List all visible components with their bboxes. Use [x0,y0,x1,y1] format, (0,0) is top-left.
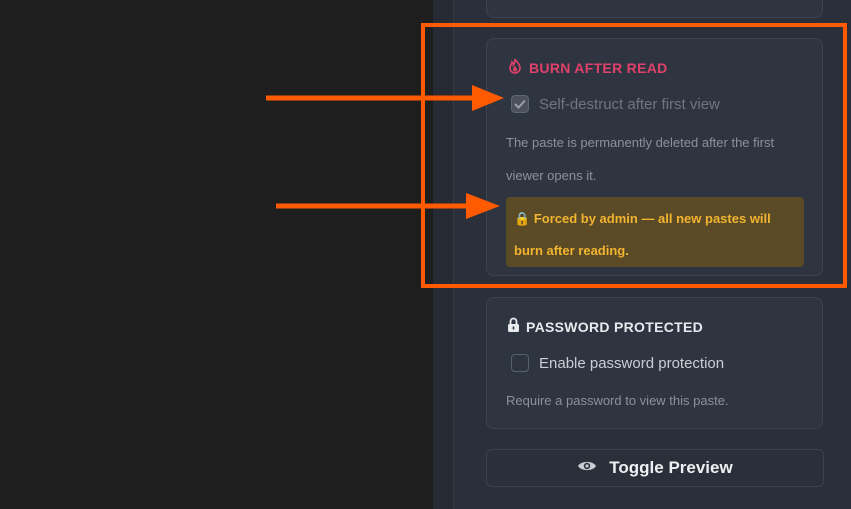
password-checkbox-label: Enable password protection [539,354,725,372]
password-protected-description: Require a password to view this paste. [506,393,729,408]
toggle-preview-label: Toggle Preview [609,458,733,477]
previous-option-card [486,0,823,18]
password-option[interactable]: Enable password protection [511,354,724,372]
password-protected-card: PASSWORD PROTECTED Enable password prote… [486,297,823,429]
annotation-arrow-notice [276,193,500,219]
editor-area [0,0,433,509]
lock-icon [507,317,520,336]
password-checkbox[interactable] [511,354,529,372]
toggle-preview-button[interactable]: Toggle Preview [486,449,824,487]
annotation-highlight-box [421,23,847,288]
annotation-arrow-checkbox [266,85,504,111]
password-protected-label: PASSWORD PROTECTED [526,318,704,335]
eye-icon [577,458,597,478]
password-protected-title: PASSWORD PROTECTED [507,317,703,336]
